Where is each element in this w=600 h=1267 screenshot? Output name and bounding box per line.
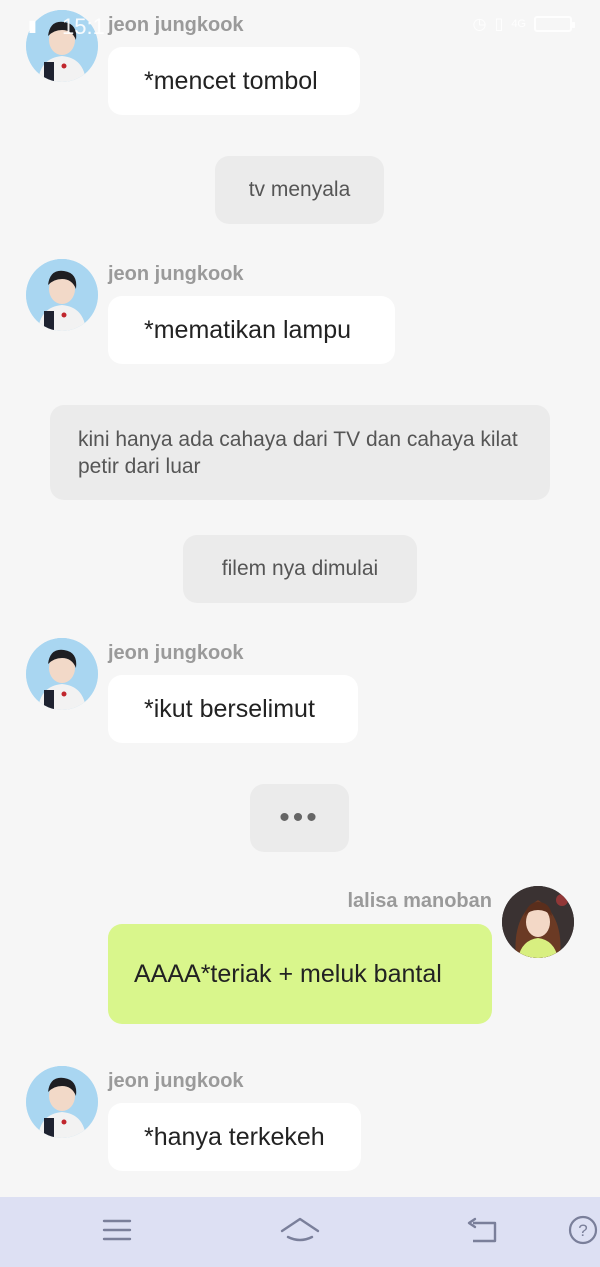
narration-bubble[interactable]: filem nya dimulai — [183, 535, 417, 603]
avatar-image — [26, 259, 98, 331]
back-icon[interactable] — [467, 1217, 499, 1250]
vibrate-icon: ▯ — [494, 16, 504, 33]
user-message-bubble[interactable]: AAAA*teriak + meluk bantal — [108, 924, 492, 1024]
narration-bubble[interactable]: kini hanya ada cahaya dari TV dan cahaya… — [50, 405, 550, 500]
network-label: 4G — [511, 18, 526, 30]
avatar-image — [502, 886, 574, 958]
avatar-image — [26, 1066, 98, 1138]
sender-name: jeon jungkook — [108, 642, 244, 664]
navigation-bar: ? — [0, 1197, 600, 1267]
narration-bubble[interactable]: tv menyala — [215, 156, 384, 224]
home-icon[interactable] — [280, 1217, 320, 1252]
message-bubble[interactable]: *hanya terkekeh — [108, 1103, 361, 1171]
message-bubble[interactable]: *ikut berselimut — [108, 675, 358, 743]
avatar[interactable] — [26, 638, 98, 710]
avatar[interactable] — [26, 259, 98, 331]
message-bubble[interactable]: *mematikan lampu — [108, 296, 395, 364]
svg-text:?: ? — [578, 1221, 587, 1240]
sender-name: jeon jungkook — [108, 1070, 244, 1092]
status-icons: ◷ ▯ 4G — [472, 14, 575, 34]
typing-dots: ••• — [279, 801, 320, 834]
avatar[interactable] — [502, 886, 574, 958]
typing-indicator: ••• — [250, 784, 349, 852]
sender-name: lalisa manoban — [347, 890, 493, 912]
battery-icon — [534, 16, 575, 32]
sender-name: jeon jungkook — [108, 263, 244, 285]
message-bubble[interactable]: *mencet tombol — [108, 47, 360, 115]
avatar-image — [26, 638, 98, 710]
help-icon[interactable]: ? — [568, 1215, 598, 1250]
status-time: 15:1 — [62, 14, 105, 39]
alarm-icon: ◷ — [472, 16, 487, 33]
status-bar: ▮ 15:1 ◷ ▯ 4G — [0, 0, 600, 50]
menu-icon[interactable] — [102, 1217, 132, 1248]
signal-icon: ▮ — [28, 18, 37, 35]
avatar[interactable] — [26, 1066, 98, 1138]
